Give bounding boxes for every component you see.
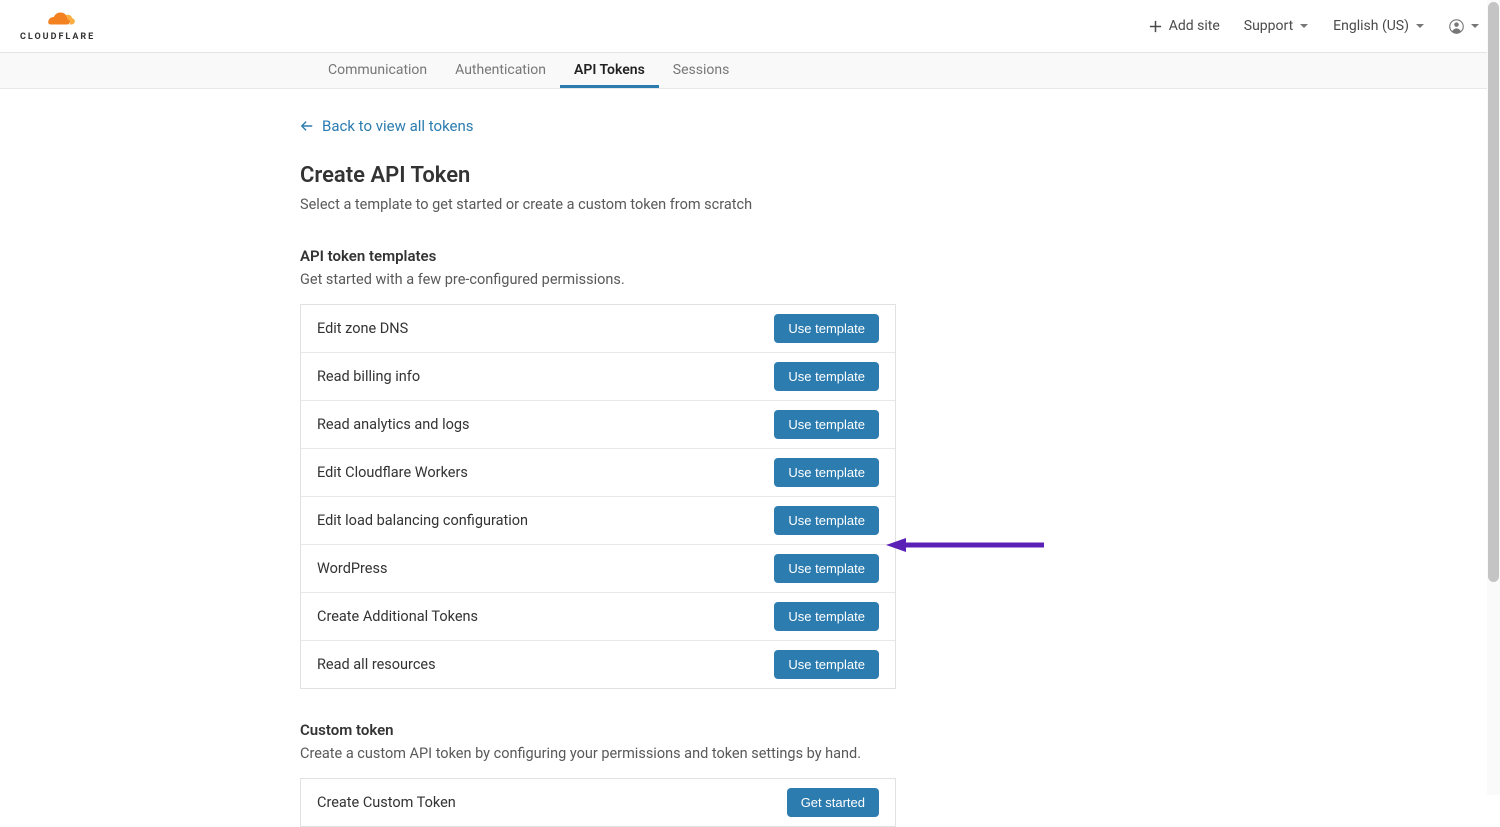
cloud-icon xyxy=(40,10,76,30)
user-icon xyxy=(1449,19,1464,34)
tab-sessions[interactable]: Sessions xyxy=(659,53,744,88)
cloudflare-logo[interactable]: CLOUDFLARE xyxy=(20,10,95,42)
logo-text: CLOUDFLARE xyxy=(20,32,95,42)
scrollbar-track[interactable] xyxy=(1487,0,1500,795)
sub-nav: Communication Authentication API Tokens … xyxy=(0,53,1500,89)
template-row-read-analytics-logs: Read analytics and logs Use template xyxy=(301,401,895,449)
template-name: Read all resources xyxy=(317,656,436,673)
header-right: Add site Support English (US) xyxy=(1148,18,1480,34)
back-link-label: Back to view all tokens xyxy=(322,117,474,135)
support-dropdown[interactable]: Support xyxy=(1244,18,1309,34)
top-header: CLOUDFLARE Add site Support English (US) xyxy=(0,0,1500,53)
templates-section-title: API token templates xyxy=(300,247,900,265)
tab-communication[interactable]: Communication xyxy=(314,53,441,88)
get-started-button[interactable]: Get started xyxy=(787,788,879,817)
use-template-button[interactable]: Use template xyxy=(774,458,879,487)
use-template-button[interactable]: Use template xyxy=(774,314,879,343)
use-template-button[interactable]: Use template xyxy=(774,602,879,631)
chevron-down-icon xyxy=(1415,21,1425,31)
template-row-edit-zone-dns: Edit zone DNS Use template xyxy=(301,305,895,353)
template-name: Create Additional Tokens xyxy=(317,608,478,625)
templates-section-subtitle: Get started with a few pre-configured pe… xyxy=(300,271,900,288)
template-name: Edit zone DNS xyxy=(317,320,408,337)
add-site-label: Add site xyxy=(1169,18,1220,34)
template-list: Edit zone DNS Use template Read billing … xyxy=(300,304,896,689)
language-dropdown[interactable]: English (US) xyxy=(1333,18,1425,34)
chevron-down-icon xyxy=(1470,21,1480,31)
account-dropdown[interactable] xyxy=(1449,19,1480,34)
main-content: Back to view all tokens Create API Token… xyxy=(0,89,900,827)
tab-api-tokens[interactable]: API Tokens xyxy=(560,53,659,88)
plus-icon xyxy=(1148,19,1163,34)
use-template-button[interactable]: Use template xyxy=(774,410,879,439)
use-template-button[interactable]: Use template xyxy=(774,554,879,583)
custom-token-label: Create Custom Token xyxy=(317,794,456,811)
template-row-read-all-resources: Read all resources Use template xyxy=(301,641,895,688)
custom-section-title: Custom token xyxy=(300,721,900,739)
template-name: WordPress xyxy=(317,560,387,577)
template-name: Edit Cloudflare Workers xyxy=(317,464,468,481)
custom-section-subtitle: Create a custom API token by configuring… xyxy=(300,745,900,762)
custom-token-row: Create Custom Token Get started xyxy=(301,779,895,826)
use-template-button[interactable]: Use template xyxy=(774,650,879,679)
use-template-button[interactable]: Use template xyxy=(774,506,879,535)
arrow-left-icon xyxy=(300,119,314,133)
back-link[interactable]: Back to view all tokens xyxy=(300,117,474,135)
tab-authentication[interactable]: Authentication xyxy=(441,53,560,88)
template-row-read-billing-info: Read billing info Use template xyxy=(301,353,895,401)
scrollbar-thumb[interactable] xyxy=(1488,2,1499,582)
support-label: Support xyxy=(1244,18,1293,34)
chevron-down-icon xyxy=(1299,21,1309,31)
add-site-button[interactable]: Add site xyxy=(1148,18,1220,34)
custom-token-list: Create Custom Token Get started xyxy=(300,778,896,827)
annotation-arrow-icon xyxy=(886,537,1046,553)
page-subtitle: Select a template to get started or crea… xyxy=(300,196,900,213)
use-template-button[interactable]: Use template xyxy=(774,362,879,391)
template-name: Read billing info xyxy=(317,368,420,385)
template-name: Read analytics and logs xyxy=(317,416,469,433)
template-name: Edit load balancing configuration xyxy=(317,512,528,529)
template-row-create-additional-tokens: Create Additional Tokens Use template xyxy=(301,593,895,641)
page-title: Create API Token xyxy=(300,163,900,188)
template-row-edit-load-balancing: Edit load balancing configuration Use te… xyxy=(301,497,895,545)
template-row-edit-cloudflare-workers: Edit Cloudflare Workers Use template xyxy=(301,449,895,497)
template-row-wordpress: WordPress Use template xyxy=(301,545,895,593)
language-label: English (US) xyxy=(1333,18,1409,34)
